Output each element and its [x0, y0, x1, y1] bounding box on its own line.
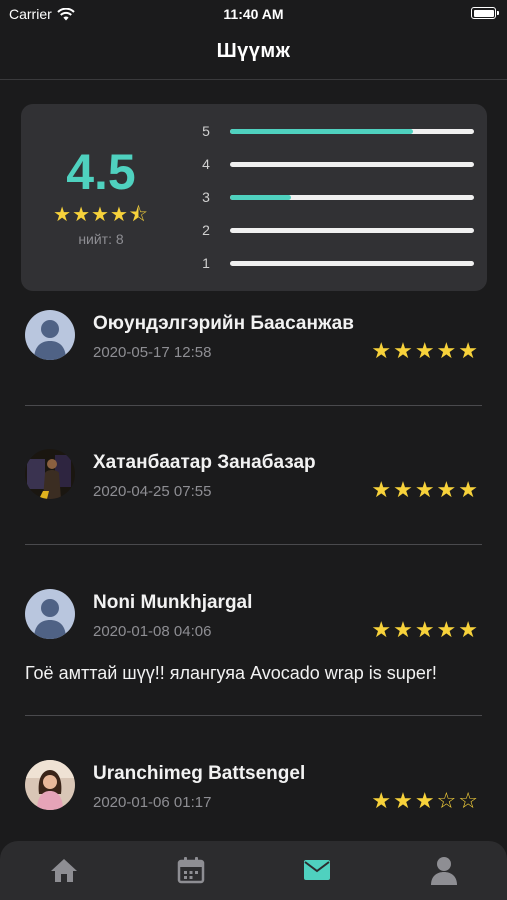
battery-icon	[471, 7, 499, 19]
rating-bar-1: 1	[199, 253, 474, 273]
review-comment: Гоё амттай шүү!! ялангуяа Avocado wrap i…	[25, 663, 437, 683]
review-date: 2020-04-25 07:55	[93, 483, 212, 500]
tab-calendar[interactable]	[176, 855, 206, 885]
rating-bar-label: 5	[202, 123, 210, 139]
rating-summary-card: 4.5 ★★★★⯪ нийт: 8 5 4 3 2 1	[21, 104, 487, 291]
review-date: 2020-01-06 01:17	[93, 794, 212, 811]
avatar	[25, 449, 75, 499]
review-stars: ★★★★★	[371, 617, 480, 642]
tab-messages[interactable]	[302, 855, 332, 885]
rating-bar-fill	[230, 128, 413, 134]
mail-icon	[304, 860, 330, 880]
tab-bar	[0, 841, 507, 900]
review-divider	[25, 715, 482, 716]
review-stars: ★★★★★	[371, 338, 480, 363]
status-bar: Carrier 11:40 AM	[0, 0, 507, 28]
rating-bar-label: 3	[202, 189, 210, 205]
review-stars: ★★★☆☆	[371, 788, 480, 813]
reviewer-name: Noni Munkhjargal	[93, 592, 253, 613]
rating-bar-label: 4	[202, 156, 210, 172]
rating-bar-label: 2	[202, 222, 210, 238]
tab-profile[interactable]	[429, 855, 459, 885]
nav-divider	[0, 79, 507, 80]
profile-icon	[431, 857, 457, 885]
rating-bar-track	[230, 128, 474, 134]
rating-bar-5: 5	[199, 121, 474, 141]
avatar	[25, 310, 75, 360]
rating-bar-3: 3	[199, 187, 474, 207]
review-stars: ★★★★★	[371, 477, 480, 502]
average-rating: 4.5	[66, 144, 136, 200]
rating-bar-track	[230, 194, 474, 200]
calendar-icon	[177, 857, 205, 884]
review-date: 2020-01-08 04:06	[93, 623, 212, 640]
review-divider	[25, 544, 482, 545]
review-total: нийт: 8	[78, 231, 124, 247]
page-title: Шүүмж	[216, 40, 291, 62]
rating-bar-track	[230, 227, 474, 233]
reviewer-name: Хатанбаатар Занабазар	[93, 452, 316, 473]
review-date: 2020-05-17 12:58	[93, 344, 212, 361]
review-divider	[25, 405, 482, 406]
home-icon	[51, 859, 77, 882]
rating-bar-track	[230, 260, 474, 266]
rating-bar-4: 4	[199, 154, 474, 174]
reviewer-name: Uranchimeg Battsengel	[93, 763, 306, 784]
rating-bar-label: 1	[202, 255, 210, 271]
status-time: 11:40 AM	[223, 6, 284, 22]
average-stars: ★★★★⯪	[53, 204, 149, 226]
avatar	[25, 589, 75, 639]
avatar	[25, 760, 75, 810]
rating-bar-fill	[230, 194, 291, 200]
rating-bar-2: 2	[199, 220, 474, 240]
tab-home[interactable]	[49, 855, 79, 885]
reviewer-name: Оюундэлгэрийн Баасанжав	[93, 313, 354, 334]
rating-bar-track	[230, 161, 474, 167]
